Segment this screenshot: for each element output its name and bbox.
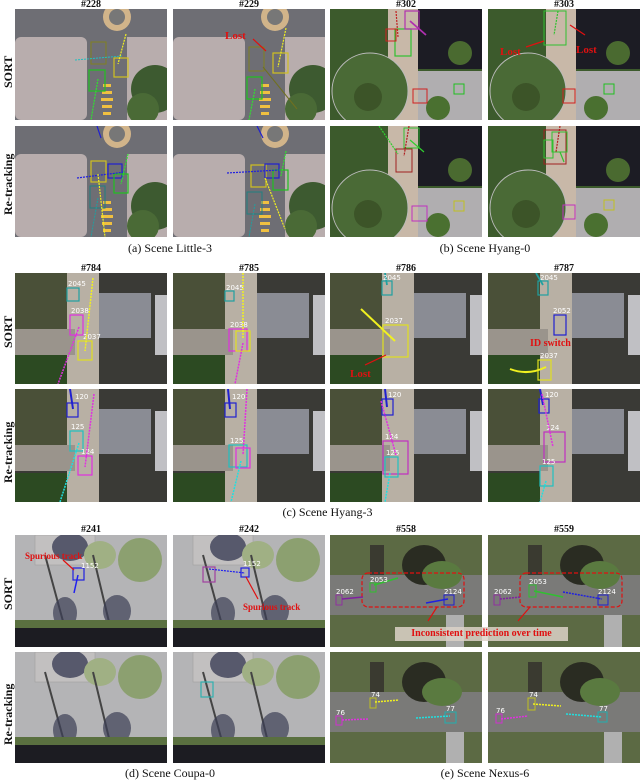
row-label-retracking-d: Re-tracking — [1, 683, 15, 745]
annotation-inconsistent-prediction: Inconsistent prediction over time — [395, 627, 568, 641]
row-label-retracking: Re-tracking — [1, 153, 15, 215]
little3-retracking-228 — [15, 126, 167, 237]
little3-sort-228 — [15, 9, 167, 120]
track-id-2045: 2045 — [226, 284, 244, 292]
track-id-77: 77 — [599, 705, 608, 713]
track-id-76: 76 — [496, 707, 505, 715]
track-id-77: 77 — [446, 705, 455, 713]
annotation-lost: Lost — [350, 368, 371, 380]
frame-title-559: #559 — [554, 524, 574, 535]
track-id-74: 74 — [529, 691, 538, 699]
track-id-125: 125 — [386, 449, 399, 457]
annotation-spurious-track: Spurious track — [25, 551, 82, 561]
row-label-sort: SORT — [1, 55, 15, 88]
annotation-spurious-track: Spurious track — [243, 602, 300, 612]
hyang3-retracking-785: 120 125 — [173, 389, 325, 502]
annotation-lost-left: Lost — [500, 46, 521, 58]
hyang3-retracking-784: 120 125 124 — [15, 389, 167, 502]
track-id-1152: 1152 — [243, 560, 261, 568]
hyang0-sort-302 — [330, 9, 482, 120]
track-id-2037: 2037 — [385, 317, 403, 325]
track-id-120: 120 — [232, 393, 245, 401]
row-label-sort-d: SORT — [1, 577, 15, 610]
track-id-120: 120 — [75, 393, 88, 401]
coupa0-retracking-242 — [173, 652, 325, 763]
annotation-id-switch: ID switch — [530, 338, 571, 349]
hyang3-sort-787: 2045 2052 ID switch 2037 — [488, 273, 640, 384]
track-id-2052: 2052 — [553, 307, 571, 315]
hyang3-sort-786: 2045 2037 Lost — [330, 273, 482, 384]
track-id-2045: 2045 — [68, 280, 86, 288]
nexus6-retracking-559: 74 76 77 — [488, 652, 640, 763]
track-id-125: 125 — [230, 437, 243, 445]
annotation-lost: Lost — [225, 30, 246, 42]
frame-title-242: #242 — [239, 524, 259, 535]
track-id-2037: 2037 — [540, 352, 558, 360]
little3-sort-229: Lost — [173, 9, 325, 120]
caption-d: (d) Scene Coupa-0 — [125, 766, 215, 780]
hyang3-retracking-786: 120 124 125 — [330, 389, 482, 502]
track-id-120: 120 — [388, 391, 401, 399]
track-id-2038: 2038 — [230, 321, 248, 329]
little3-retracking-229 — [173, 126, 325, 237]
track-id-74: 74 — [371, 691, 380, 699]
track-id-2037: 2037 — [83, 333, 101, 341]
hyang3-retracking-787: 120 124 125 — [488, 389, 640, 502]
track-id-2053: 2053 — [529, 578, 547, 586]
coupa0-sort-241: 1152 Spurious track — [15, 535, 167, 647]
track-id-2053: 2053 — [370, 576, 388, 584]
track-id-2045: 2045 — [540, 274, 558, 282]
hyang3-sort-784: 2045 2038 2037 — [15, 273, 167, 384]
track-id-124: 124 — [81, 448, 95, 456]
caption-e: (e) Scene Nexus-6 — [440, 766, 530, 780]
hyang0-retracking-302 — [330, 126, 482, 237]
track-id-2124: 2124 — [598, 588, 616, 596]
hyang3-sort-785: 2045 2038 — [173, 273, 325, 384]
track-id-2062: 2062 — [336, 588, 354, 596]
track-id-120: 120 — [545, 391, 558, 399]
caption-a: (a) Scene Little-3 — [128, 241, 212, 255]
hyang0-retracking-303 — [488, 126, 640, 237]
track-id-1152: 1152 — [81, 562, 99, 570]
track-id-76: 76 — [336, 709, 345, 717]
track-id-2045: 2045 — [383, 274, 401, 282]
annotation-lost-right: Lost — [576, 44, 597, 56]
nexus6-retracking-558: 74 76 77 — [330, 652, 482, 763]
hyang0-sort-303: Lost Lost — [488, 9, 640, 120]
frame-title-241: #241 — [81, 524, 101, 535]
track-id-125: 125 — [71, 423, 84, 431]
track-id-2038: 2038 — [71, 307, 89, 315]
track-id-2062: 2062 — [494, 588, 512, 596]
caption-b: (b) Scene Hyang-0 — [439, 241, 531, 255]
track-id-2124: 2124 — [444, 588, 462, 596]
caption-c: (c) Scene Hyang-3 — [282, 505, 373, 519]
row-label-retracking-c: Re-tracking — [1, 421, 15, 483]
frame-title-558: #558 — [396, 524, 416, 535]
coupa0-sort-242: 1152 Spurious track — [173, 535, 325, 647]
coupa0-retracking-241 — [15, 652, 167, 763]
row-label-sort-c: SORT — [1, 315, 15, 348]
track-id-125: 125 — [542, 458, 555, 466]
